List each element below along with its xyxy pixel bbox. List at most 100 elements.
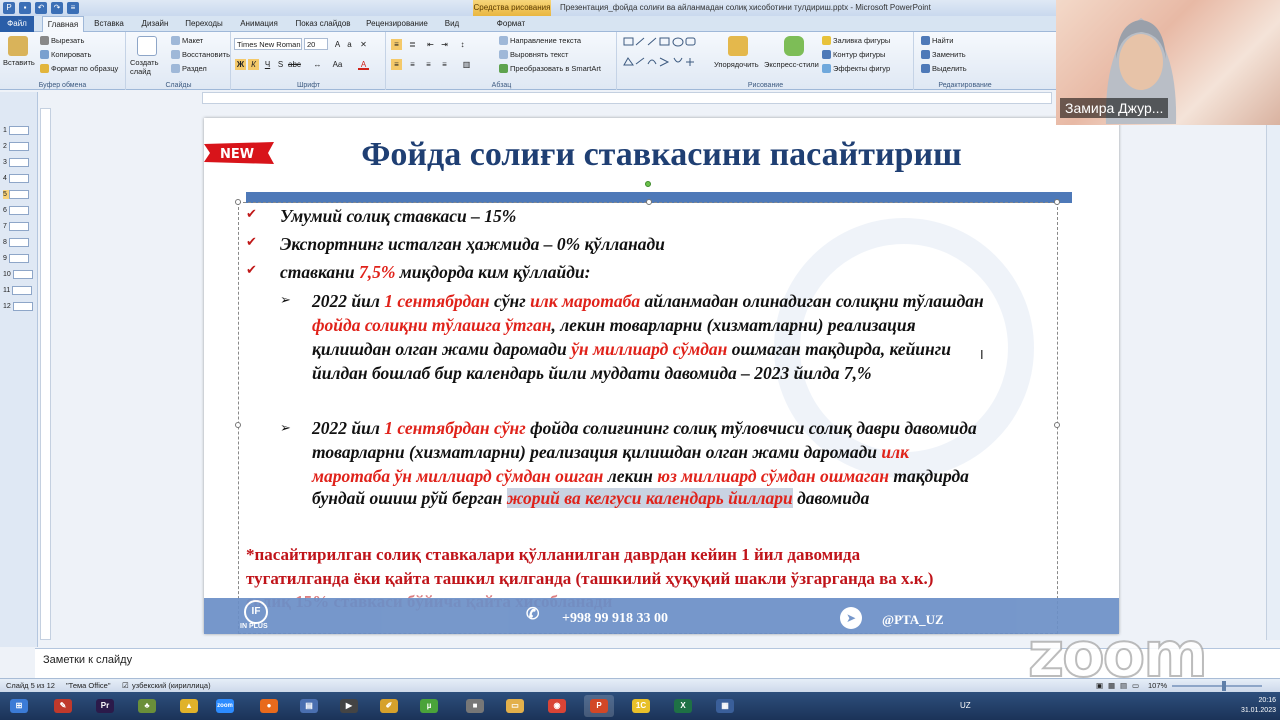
quick-styles-button[interactable]: Экспресс-стили: [764, 60, 819, 69]
tab-format[interactable]: Формат: [488, 16, 534, 32]
new-slide-button[interactable]: Создать слайд: [130, 58, 166, 76]
align-center-icon[interactable]: ≡: [407, 59, 418, 70]
section-button[interactable]: Раздел: [171, 64, 207, 73]
thumbnail-11[interactable]: 11: [3, 286, 33, 295]
taskbar-1c[interactable]: 1C: [626, 695, 656, 717]
taskbar-app-win[interactable]: ▦: [710, 695, 740, 717]
grow-font-icon[interactable]: A: [332, 39, 343, 50]
vertical-ruler[interactable]: [40, 108, 51, 640]
taskbar-app-gray[interactable]: ■: [460, 695, 490, 717]
shrink-font-icon[interactable]: a: [344, 39, 355, 50]
vertical-scrollbar[interactable]: [1266, 125, 1280, 640]
horizontal-ruler[interactable]: [202, 92, 1052, 104]
shapes-gallery-icon[interactable]: [622, 36, 708, 72]
thumbnail-8[interactable]: 8: [3, 238, 29, 247]
powerpoint-icon[interactable]: P: [3, 2, 15, 14]
taskbar-app-doc[interactable]: ▤: [294, 695, 324, 717]
taskbar-start[interactable]: ⊞: [4, 695, 34, 717]
thumbnail-5-active[interactable]: 5: [3, 190, 29, 199]
taskbar-chrome[interactable]: ◉: [542, 695, 572, 717]
bold-icon[interactable]: Ж: [235, 59, 246, 70]
shadow-icon[interactable]: S: [275, 59, 286, 70]
tab-insert[interactable]: Вставка: [88, 16, 130, 32]
spacing-icon[interactable]: ↔: [312, 59, 323, 70]
taskbar-firefox[interactable]: ●: [254, 695, 284, 717]
taskbar-app-green[interactable]: ♣: [132, 695, 162, 717]
tab-design[interactable]: Дизайн: [134, 16, 176, 32]
replace-button[interactable]: Заменить: [921, 50, 966, 59]
align-left-icon[interactable]: ≡: [391, 59, 402, 70]
slide-canvas[interactable]: NEW Фойда солиғи ставкасини пасайтириш ✔…: [204, 118, 1119, 634]
keyboard-language[interactable]: UZ: [960, 701, 971, 710]
thumbnail-1[interactable]: 1: [3, 126, 29, 135]
save-icon[interactable]: ▪: [19, 2, 31, 14]
paste-button[interactable]: Вставить: [3, 58, 35, 67]
reset-button[interactable]: Восстановить: [171, 50, 230, 59]
italic-icon[interactable]: К: [248, 59, 259, 70]
tab-review[interactable]: Рецензирование: [360, 16, 434, 32]
resize-handle-e[interactable]: [1054, 422, 1060, 428]
indent-increase-icon[interactable]: ⇥: [439, 39, 450, 50]
thumbnail-10[interactable]: 10: [3, 270, 33, 279]
quick-styles-icon[interactable]: [784, 36, 804, 56]
tab-home[interactable]: Главная: [42, 16, 84, 32]
shape-outline-button[interactable]: Контур фигуры: [822, 50, 885, 59]
taskbar-zoom[interactable]: zoom: [210, 695, 240, 717]
columns-icon[interactable]: ▥: [461, 59, 472, 70]
find-button[interactable]: Найти: [921, 36, 953, 45]
case-icon[interactable]: Aa: [332, 59, 343, 70]
thumbnail-4[interactable]: 4: [3, 174, 29, 183]
status-language[interactable]: узбекский (кириллица): [132, 681, 211, 690]
thumbnail-7[interactable]: 7: [3, 222, 29, 231]
numbering-icon[interactable]: ≣: [407, 39, 418, 50]
shape-effects-button[interactable]: Эффекты фигур: [822, 64, 890, 73]
taskbar-explorer[interactable]: ▭: [500, 695, 530, 717]
justify-icon[interactable]: ≡: [439, 59, 450, 70]
arrange-button[interactable]: Упорядочить: [714, 60, 759, 69]
taskbar-app-notes[interactable]: ✐: [374, 695, 404, 717]
smartart-button[interactable]: Преобразовать в SmartArt: [499, 64, 601, 73]
select-button[interactable]: Выделить: [921, 64, 967, 73]
thumbnail-2[interactable]: 2: [3, 142, 29, 151]
system-clock[interactable]: 20:16 31.01.2023: [1241, 696, 1276, 716]
redo-icon[interactable]: ↷: [51, 2, 63, 14]
undo-icon[interactable]: ↶: [35, 2, 47, 14]
resize-handle-ne[interactable]: [1054, 199, 1060, 205]
font-color-icon[interactable]: A: [358, 59, 369, 70]
thumbnail-12[interactable]: 12: [3, 302, 33, 311]
strikethrough-icon[interactable]: abc: [288, 59, 301, 70]
indent-decrease-icon[interactable]: ⇤: [425, 39, 436, 50]
rotate-handle[interactable]: [645, 181, 651, 187]
notes-placeholder[interactable]: Заметки к слайду: [43, 654, 132, 666]
tab-file[interactable]: Файл: [0, 16, 34, 32]
resize-handle-n[interactable]: [646, 199, 652, 205]
format-painter-button[interactable]: Формат по образцу: [40, 64, 118, 73]
new-slide-icon[interactable]: [137, 36, 157, 56]
taskbar-powerpoint[interactable]: P: [584, 695, 614, 717]
font-name-select[interactable]: Times New Roman: [234, 38, 302, 50]
tab-transitions[interactable]: Переходы: [180, 16, 228, 32]
tab-slideshow[interactable]: Показ слайдов: [290, 16, 356, 32]
cut-button[interactable]: Вырезать: [40, 36, 84, 45]
taskbar-app-clapper[interactable]: ▶: [334, 695, 364, 717]
clear-format-icon[interactable]: ✕: [358, 39, 369, 50]
taskbar-utorrent[interactable]: µ: [414, 695, 444, 717]
text-direction-button[interactable]: Направление текста: [499, 36, 581, 45]
taskbar-app-red[interactable]: ✎: [48, 695, 78, 717]
taskbar-excel[interactable]: X: [668, 695, 698, 717]
resize-handle-w[interactable]: [235, 422, 241, 428]
thumbnail-3[interactable]: 3: [3, 158, 29, 167]
paste-icon[interactable]: [8, 36, 28, 56]
font-size-select[interactable]: 20: [304, 38, 328, 50]
line-spacing-icon[interactable]: ↕: [457, 39, 468, 50]
copy-button[interactable]: Копировать: [40, 50, 91, 59]
taskbar-premiere[interactable]: Pr: [90, 695, 120, 717]
underline-icon[interactable]: Ч: [262, 59, 273, 70]
resize-handle-nw[interactable]: [235, 199, 241, 205]
tab-view[interactable]: Вид: [438, 16, 466, 32]
align-right-icon[interactable]: ≡: [423, 59, 434, 70]
taskbar-app-yellow[interactable]: ▲: [174, 695, 204, 717]
zoom-slider-thumb[interactable]: [1222, 681, 1226, 691]
thumbnail-9[interactable]: 9: [3, 254, 29, 263]
align-text-button[interactable]: Выровнять текст: [499, 50, 568, 59]
